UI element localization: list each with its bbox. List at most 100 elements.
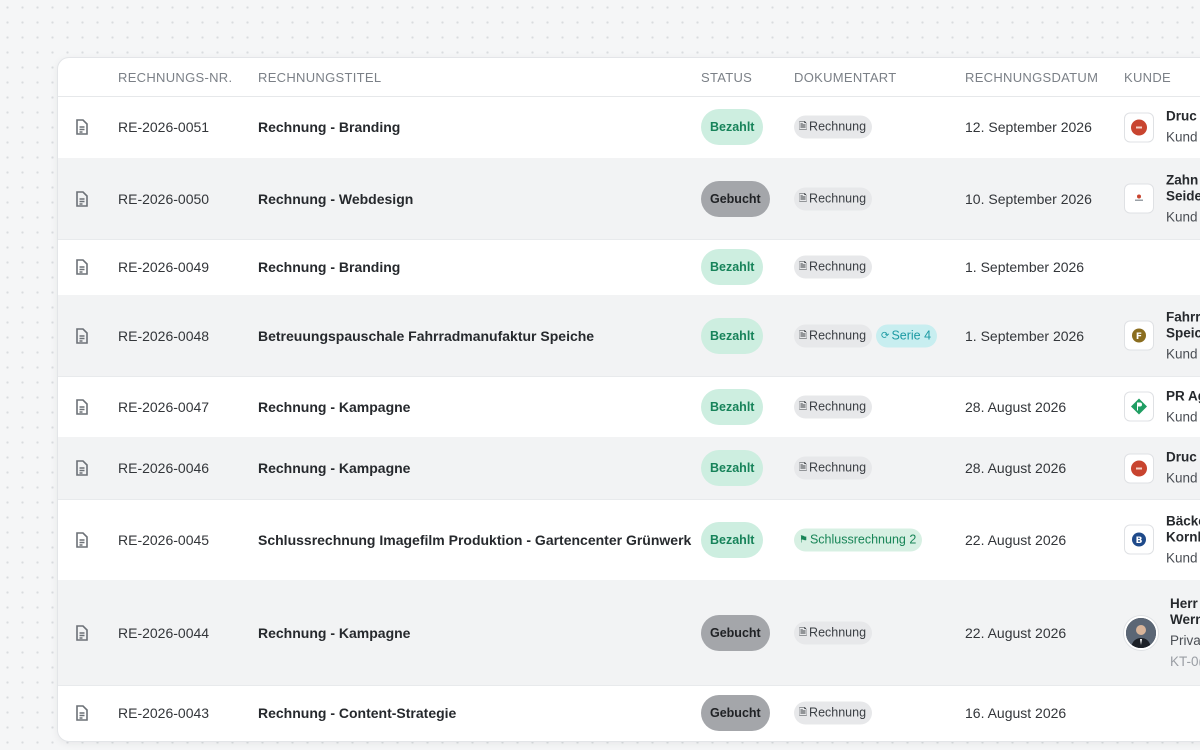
status-badge: Gebucht [701, 180, 770, 217]
avatar [1124, 615, 1158, 650]
table-row[interactable]: RE-2026-0047 Rechnung - Kampagne Bezahlt… [58, 376, 1200, 438]
invoice-date: 12. September 2026 [965, 119, 1092, 135]
table-row[interactable]: RE-2026-0049 Rechnung - Branding Bezahlt… [58, 239, 1200, 296]
final-invoice-tag[interactable]: ⚑ Schlussrechnung 2 [794, 528, 923, 551]
status-badge: Bezahlt [701, 317, 764, 354]
invoice-date: 28. August 2026 [965, 398, 1067, 415]
doctype-cell: 🗎 Rechnung [794, 187, 873, 210]
invoice-title[interactable]: Rechnung - Content-Strategie [258, 705, 456, 721]
logo-letter: F [1136, 332, 1142, 342]
invoice-date: 16. August 2026 [965, 705, 1067, 721]
table-row[interactable]: RE-2026-0051 Rechnung - Branding Bezahlt… [58, 96, 1200, 159]
status-badge: Gebucht [701, 695, 770, 731]
invoice-date: 10. September 2026 [965, 190, 1092, 207]
status-badge: Gebucht [701, 614, 770, 651]
table-row[interactable]: RE-2026-0050 Rechnung - Webdesign Gebuch… [58, 158, 1200, 240]
customer-cell[interactable]: Druc Kund [1124, 109, 1198, 146]
customer-cell[interactable]: Druc Kund [1124, 450, 1198, 487]
invoice-title[interactable]: Rechnung - Webdesign [258, 191, 413, 207]
column-header-customer[interactable]: KUNDE [1124, 70, 1171, 85]
invoice-number: RE-2026-0050 [118, 190, 210, 207]
invoice-date: 1. September 2026 [965, 259, 1085, 275]
document-icon [76, 398, 88, 415]
column-header-date[interactable]: RECHNUNGSDATUM [965, 70, 1098, 85]
customer-cell[interactable]: Zahn Seide Kund [1124, 172, 1200, 225]
customer-name: Fahrr Speic [1166, 309, 1200, 340]
status-badge: Bezahlt [701, 450, 764, 486]
doctype-tag: 🗎 Rechnung [794, 324, 873, 347]
table-row[interactable]: RE-2026-0045 Schlussrechnung Imagefilm P… [58, 499, 1200, 581]
doctype-tag: 🗎 Rechnung [794, 701, 873, 725]
doctype-cell: 🗎 Rechnung [794, 621, 873, 644]
table-row[interactable]: RE-2026-0046 Rechnung - Kampagne Bezahlt… [58, 437, 1200, 500]
customer-type: Kund [1166, 550, 1198, 565]
document-icon [76, 327, 88, 344]
customer-logo-icon [1124, 112, 1154, 142]
customer-cell[interactable]: F Fahrr Speic Kund [1124, 309, 1200, 362]
customer-type: Kund [1166, 209, 1198, 224]
doctype-cell: 🗎 Rechnung [794, 255, 873, 279]
customer-name: Zahn Seide [1166, 172, 1200, 203]
document-icon [76, 259, 88, 275]
column-header-doctype[interactable]: DOKUMENTART [794, 70, 897, 85]
column-header-number[interactable]: RECHNUNGS-NR. [118, 70, 232, 85]
invoice-number: RE-2026-0046 [118, 460, 210, 476]
invoice-title[interactable]: Rechnung - Kampagne [258, 460, 410, 476]
doctype-cell: 🗎 Rechnung [794, 115, 873, 139]
doctype-cell: 🗎 Rechnung [794, 395, 873, 418]
invoice-date: 22. August 2026 [965, 624, 1067, 641]
invoice-title[interactable]: Rechnung - Kampagne [258, 625, 410, 641]
document-small-icon: 🗎 [799, 462, 808, 474]
flag-icon: ⚑ [799, 534, 808, 545]
series-tag[interactable]: ⟳ Serie 4 [876, 324, 938, 347]
document-small-icon: 🗎 [799, 121, 808, 133]
customer-type: Kund [1166, 346, 1198, 361]
customer-type: Kund [1166, 409, 1198, 424]
doctype-tag: 🗎 Rechnung [794, 621, 873, 644]
invoice-number: RE-2026-0049 [118, 259, 210, 275]
doctype-cell: ⚑ Schlussrechnung 2 [794, 528, 923, 551]
customer-type: Kund [1166, 129, 1198, 145]
invoice-number: RE-2026-0048 [118, 327, 210, 344]
customer-cell[interactable]: PR Ag Kund [1124, 388, 1200, 425]
document-icon [76, 705, 88, 721]
doctype-label: Rechnung [809, 328, 867, 342]
customer-cell[interactable]: B BäckeKornl Kund [1124, 513, 1200, 566]
customer-type: Privat [1170, 632, 1200, 648]
doctype-cell: 🗎 Rechnung [794, 456, 873, 480]
customer-cell[interactable]: HerrWern Privat KT-0( [1124, 596, 1200, 670]
doctype-tag: 🗎 Rechnung [794, 395, 873, 418]
table-row[interactable]: RE-2026-0048 Betreuungspauschale Fahrrad… [58, 295, 1200, 377]
doctype-label: Rechnung [809, 119, 867, 134]
invoice-title[interactable]: Schlussrechnung Imagefilm Produktion - G… [258, 532, 691, 548]
customer-name: HerrWern [1170, 595, 1200, 627]
document-small-icon: 🗎 [799, 193, 808, 204]
invoice-table: RECHNUNGS-NR. RECHNUNGSTITEL STATUS DOKU… [57, 57, 1200, 742]
doctype-cell: 🗎 Rechnung [794, 701, 873, 725]
table-header: RECHNUNGS-NR. RECHNUNGSTITEL STATUS DOKU… [58, 58, 1200, 97]
doctype-tag: 🗎 Rechnung [794, 115, 873, 139]
customer-logo-icon: B [1124, 524, 1154, 555]
customer-logo-icon [1124, 391, 1154, 422]
doctype-label: Rechnung [809, 259, 867, 274]
doctype-label: Rechnung [809, 399, 867, 413]
table-row[interactable]: RE-2026-0044 Rechnung - Kampagne Gebucht… [58, 580, 1200, 686]
document-small-icon: 🗎 [799, 627, 808, 638]
table-row[interactable]: RE-2026-0043 Rechnung - Content-Strategi… [58, 685, 1200, 741]
doctype-tag: 🗎 Rechnung [794, 456, 873, 480]
invoice-number: RE-2026-0045 [118, 531, 210, 548]
customer-logo-icon: F [1124, 320, 1154, 351]
status-badge: Bezahlt [701, 388, 764, 425]
document-small-icon: 🗎 [799, 261, 808, 273]
doctype-tag: 🗎 Rechnung [794, 255, 873, 279]
invoice-title[interactable]: Rechnung - Kampagne [258, 399, 410, 415]
invoice-title[interactable]: Rechnung - Branding [258, 119, 400, 135]
invoice-title[interactable]: Rechnung - Branding [258, 259, 400, 275]
document-small-icon: 🗎 [799, 401, 808, 412]
document-icon [76, 460, 88, 476]
invoice-title[interactable]: Betreuungspauschale Fahrradmanufaktur Sp… [258, 328, 594, 344]
column-header-title[interactable]: RECHNUNGSTITEL [258, 70, 381, 85]
customer-name: Druc [1166, 108, 1197, 124]
column-header-status[interactable]: STATUS [701, 70, 752, 85]
invoice-date: 22. August 2026 [965, 531, 1067, 548]
